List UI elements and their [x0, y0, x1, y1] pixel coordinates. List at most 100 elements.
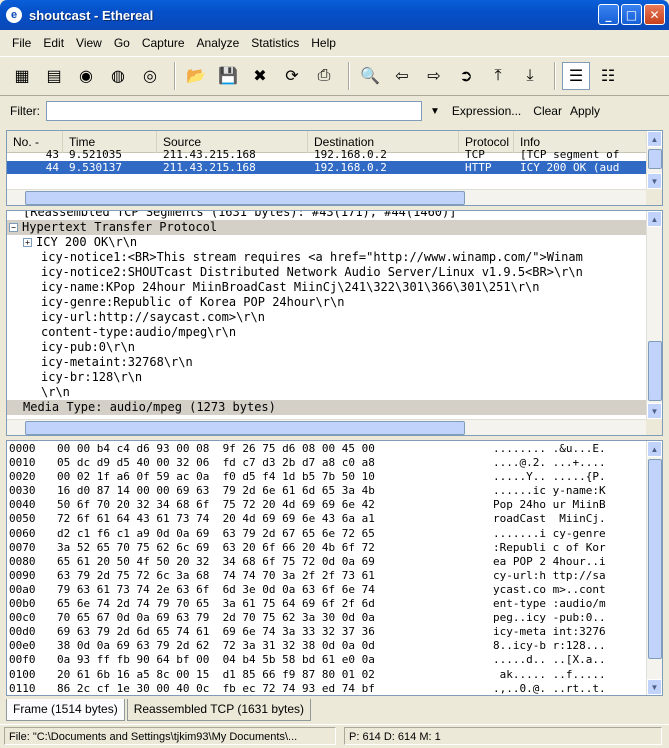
menu-capture[interactable]: Capture	[136, 36, 191, 50]
collapse-icon[interactable]: −	[9, 223, 18, 232]
scroll-thumb[interactable]	[25, 421, 465, 435]
tree-item-header[interactable]: icy-notice1:<BR>This stream requires <a …	[7, 250, 662, 265]
hex-row[interactable]: 0090 63 79 2d 75 72 6c 3a 68 74 74 70 3a …	[7, 569, 662, 583]
tab-frame[interactable]: Frame (1514 bytes)	[6, 699, 125, 721]
go-forward-icon[interactable]: ⇨	[420, 62, 448, 90]
go-to-packet-icon[interactable]: ➲	[452, 62, 480, 90]
close-button[interactable]: ✕	[644, 4, 665, 25]
expand-icon[interactable]: +	[23, 238, 32, 247]
tree-item-header[interactable]: \r\n	[7, 385, 662, 400]
details-vscroll[interactable]: ▲ ▼	[646, 211, 662, 419]
hex-row[interactable]: 0000 00 00 b4 c4 d6 93 00 08 9f 26 75 d6 …	[7, 442, 662, 456]
hex-vscroll[interactable]: ▲ ▼	[646, 441, 662, 695]
tree-item-http[interactable]: − Hypertext Transfer Protocol	[7, 220, 662, 235]
minimize-button[interactable]: _	[598, 4, 619, 25]
tree-item-header[interactable]: content-type:audio/mpeg\r\n	[7, 325, 662, 340]
scroll-down-icon[interactable]: ▼	[647, 173, 662, 189]
packet-list-vscroll[interactable]: ▲ ▼	[646, 131, 662, 189]
hex-bytes: 00 00 b4 c4 d6 93 00 08 9f 26 75 d6 08 0…	[57, 442, 375, 455]
hex-row[interactable]: 0050 72 6f 61 64 43 61 73 74 20 4d 69 69 …	[7, 512, 662, 526]
print-icon[interactable]: ⎙	[310, 62, 338, 90]
menu-edit[interactable]: Edit	[37, 36, 70, 50]
go-last-icon[interactable]: ⤓	[516, 62, 544, 90]
packet-row[interactable]: 43 9.521035 211.43.215.168 192.168.0.2 T…	[7, 148, 662, 161]
hex-row[interactable]: 0010 05 dc d9 d5 40 00 32 06 fd c7 d3 2b …	[7, 456, 662, 470]
scroll-up-icon[interactable]: ▲	[647, 131, 662, 147]
reload-icon[interactable]: ⟳	[278, 62, 306, 90]
hex-row[interactable]: 00a0 79 63 61 73 74 2e 63 6f 6d 3e 0d 0a …	[7, 583, 662, 597]
menu-file[interactable]: File	[6, 36, 37, 50]
scroll-down-icon[interactable]: ▼	[647, 403, 662, 419]
scroll-up-icon[interactable]: ▲	[647, 441, 662, 457]
hex-row[interactable]: 00d0 69 63 79 2d 6d 65 74 61 69 6e 74 3a …	[7, 625, 662, 639]
tree-item-reassembled[interactable]: [Reassembled TCP Segments (1631 bytes): …	[7, 211, 662, 220]
tab-reassembled-tcp[interactable]: Reassembled TCP (1631 bytes)	[126, 699, 312, 721]
tree-item-header[interactable]: icy-pub:0\r\n	[7, 340, 662, 355]
interfaces-icon[interactable]: ▦	[8, 62, 36, 90]
hex-row[interactable]: 0070 3a 52 65 70 75 62 6c 69 63 20 6f 66 …	[7, 541, 662, 555]
close-file-icon[interactable]: ✖	[246, 62, 274, 90]
hex-row[interactable]: 00e0 38 0d 0a 69 63 79 2d 62 72 3a 31 32 …	[7, 639, 662, 653]
hex-row[interactable]: 00b0 65 6e 74 2d 74 79 70 65 3a 61 75 64 …	[7, 597, 662, 611]
scroll-thumb[interactable]	[648, 341, 662, 401]
tree-item-header[interactable]: icy-br:128\r\n	[7, 370, 662, 385]
hex-row[interactable]: 0110 86 2c cf 1e 30 00 40 0c fb ec 72 74 …	[7, 682, 662, 695]
tree-item-header[interactable]: icy-genre:Republic of Korea POP 24hour\r…	[7, 295, 662, 310]
tree-item-media-type[interactable]: Media Type: audio/mpeg (1273 bytes)	[7, 400, 662, 415]
filter-label: Filter:	[10, 104, 40, 118]
restart-capture-icon[interactable]: ◎	[136, 62, 164, 90]
menu-go[interactable]: Go	[108, 36, 136, 50]
packet-row-selected[interactable]: 44 9.530137 211.43.215.168 192.168.0.2 H…	[7, 161, 662, 174]
start-capture-icon[interactable]: ◉	[72, 62, 100, 90]
scroll-thumb[interactable]	[25, 191, 465, 205]
tree-item-header[interactable]: icy-notice2:SHOUTcast Distributed Networ…	[7, 265, 662, 280]
hex-ascii: ak..... ..f.....	[493, 667, 606, 681]
auto-scroll-icon[interactable]: ☷	[594, 62, 622, 90]
maximize-button[interactable]: □	[621, 4, 642, 25]
go-first-icon[interactable]: ⤒	[484, 62, 512, 90]
hex-row[interactable]: 0100 20 61 6b 16 a5 8c 00 15 d1 85 66 f9 …	[7, 668, 662, 682]
expression-button[interactable]: Expression...	[452, 104, 521, 118]
menu-analyze[interactable]: Analyze	[191, 36, 246, 50]
stop-capture-icon[interactable]: ◍	[104, 62, 132, 90]
open-folder-icon[interactable]: 📂	[182, 62, 210, 90]
go-back-icon[interactable]: ⇦	[388, 62, 416, 90]
hex-ascii: peg..icy -pub:0..	[493, 611, 606, 625]
scroll-down-icon[interactable]: ▼	[647, 679, 662, 695]
hex-offset: 0080	[9, 554, 36, 568]
hex-row[interactable]: 0020 00 02 1f a6 0f 59 ac 0a f0 d5 f4 1d …	[7, 470, 662, 484]
filter-input[interactable]	[46, 101, 422, 121]
tree-item-header[interactable]: icy-metaint:32768\r\n	[7, 355, 662, 370]
hex-row[interactable]: 0060 d2 c1 f6 c1 a9 0d 0a 69 63 79 2d 67 …	[7, 527, 662, 541]
hex-row[interactable]: 0030 16 d0 87 14 00 00 69 63 79 2d 6e 61 …	[7, 484, 662, 498]
details-hscroll[interactable]	[7, 419, 646, 435]
clear-button[interactable]: Clear	[533, 104, 562, 118]
menu-bar: File Edit View Go Capture Analyze Statis…	[0, 32, 669, 54]
chevron-down-icon[interactable]: ▼	[430, 106, 440, 117]
tree-item-header[interactable]: icy-url:http://saycast.com>\r\n	[7, 310, 662, 325]
packet-list-hscroll[interactable]	[7, 189, 646, 205]
tree-item-status-line[interactable]: + ICY 200 OK\r\n	[7, 235, 662, 250]
scroll-thumb[interactable]	[648, 459, 662, 659]
tree-item-header[interactable]: icy-name:KPop 24hour MiinBroadCast MiinC…	[7, 280, 662, 295]
hex-row[interactable]: 00c0 70 65 67 0d 0a 69 63 79 2d 70 75 62 …	[7, 611, 662, 625]
menu-help[interactable]: Help	[305, 36, 342, 50]
packet-details-pane: [Reassembled TCP Segments (1631 bytes): …	[6, 210, 663, 436]
apply-button[interactable]: Apply	[570, 104, 600, 118]
hex-row[interactable]: 0080 65 61 20 50 4f 50 20 32 34 68 6f 75 …	[7, 555, 662, 569]
save-icon[interactable]: 💾	[214, 62, 242, 90]
status-bar: File: "C:\Documents and Settings\tjkim93…	[0, 724, 669, 746]
hex-row[interactable]: 00f0 0a 93 ff fb 90 64 bf 00 04 b4 5b 58 …	[7, 653, 662, 667]
hex-ascii: roadCast MiinCj.	[493, 512, 606, 526]
toolbar-separator	[554, 62, 556, 90]
find-icon[interactable]: 🔍	[356, 62, 384, 90]
colorize-icon[interactable]: ☰	[562, 62, 590, 90]
menu-view[interactable]: View	[70, 36, 108, 50]
scroll-up-icon[interactable]: ▲	[647, 211, 662, 227]
menu-statistics[interactable]: Statistics	[245, 36, 305, 50]
scroll-thumb[interactable]	[648, 149, 662, 169]
hex-row[interactable]: 0040 50 6f 70 20 32 34 68 6f 75 72 20 4d …	[7, 498, 662, 512]
hex-ascii: 8..icy-b r:128...	[493, 639, 606, 653]
capture-options-icon[interactable]: ▤	[40, 62, 68, 90]
ethereal-app-icon[interactable]: e	[6, 7, 22, 23]
